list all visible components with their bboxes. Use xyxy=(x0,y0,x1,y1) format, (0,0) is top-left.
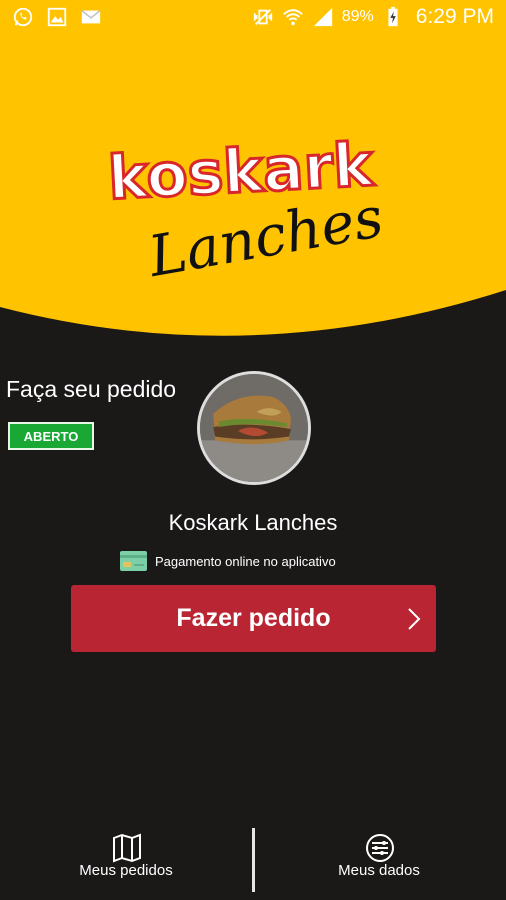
whatsapp-icon xyxy=(13,7,33,27)
payment-text: Pagamento online no aplicativo xyxy=(155,553,336,569)
wifi-icon xyxy=(282,9,303,26)
nav-my-data[interactable]: Meus dados xyxy=(279,820,479,900)
nav-my-orders-label: Meus pedidos xyxy=(79,862,173,879)
sandwich-photo xyxy=(200,374,308,482)
place-order-button[interactable]: Fazer pedido xyxy=(71,585,436,652)
nav-my-orders[interactable]: Meus pedidos xyxy=(26,820,226,900)
restaurant-avatar xyxy=(197,371,311,485)
signal-icon xyxy=(313,7,332,27)
vibrate-icon xyxy=(253,9,272,25)
open-status-badge: ABERTO xyxy=(8,422,94,450)
order-tagline: Faça seu pedido xyxy=(6,376,177,402)
battery-percentage: 89% xyxy=(341,8,374,25)
brand-logo: koskark Lanches xyxy=(100,125,410,300)
map-icon xyxy=(113,833,141,863)
restaurant-name: Koskark Lanches xyxy=(168,510,338,535)
payment-info: Pagamento online no aplicativo xyxy=(120,551,336,571)
nav-my-data-label: Meus dados xyxy=(338,862,420,879)
sliders-icon xyxy=(366,834,394,862)
clock: 6:29 PM xyxy=(415,5,494,28)
chevron-right-icon xyxy=(408,608,421,630)
nav-divider xyxy=(252,828,255,892)
bottom-navigation: Meus pedidos Meus dados xyxy=(0,820,506,900)
status-bar: 89% 6:29 PM xyxy=(0,0,506,36)
place-order-label: Fazer pedido xyxy=(176,604,331,632)
battery-charging-icon xyxy=(388,6,398,27)
credit-card-icon xyxy=(120,551,147,571)
mail-icon xyxy=(81,10,101,24)
gallery-icon xyxy=(47,7,67,27)
